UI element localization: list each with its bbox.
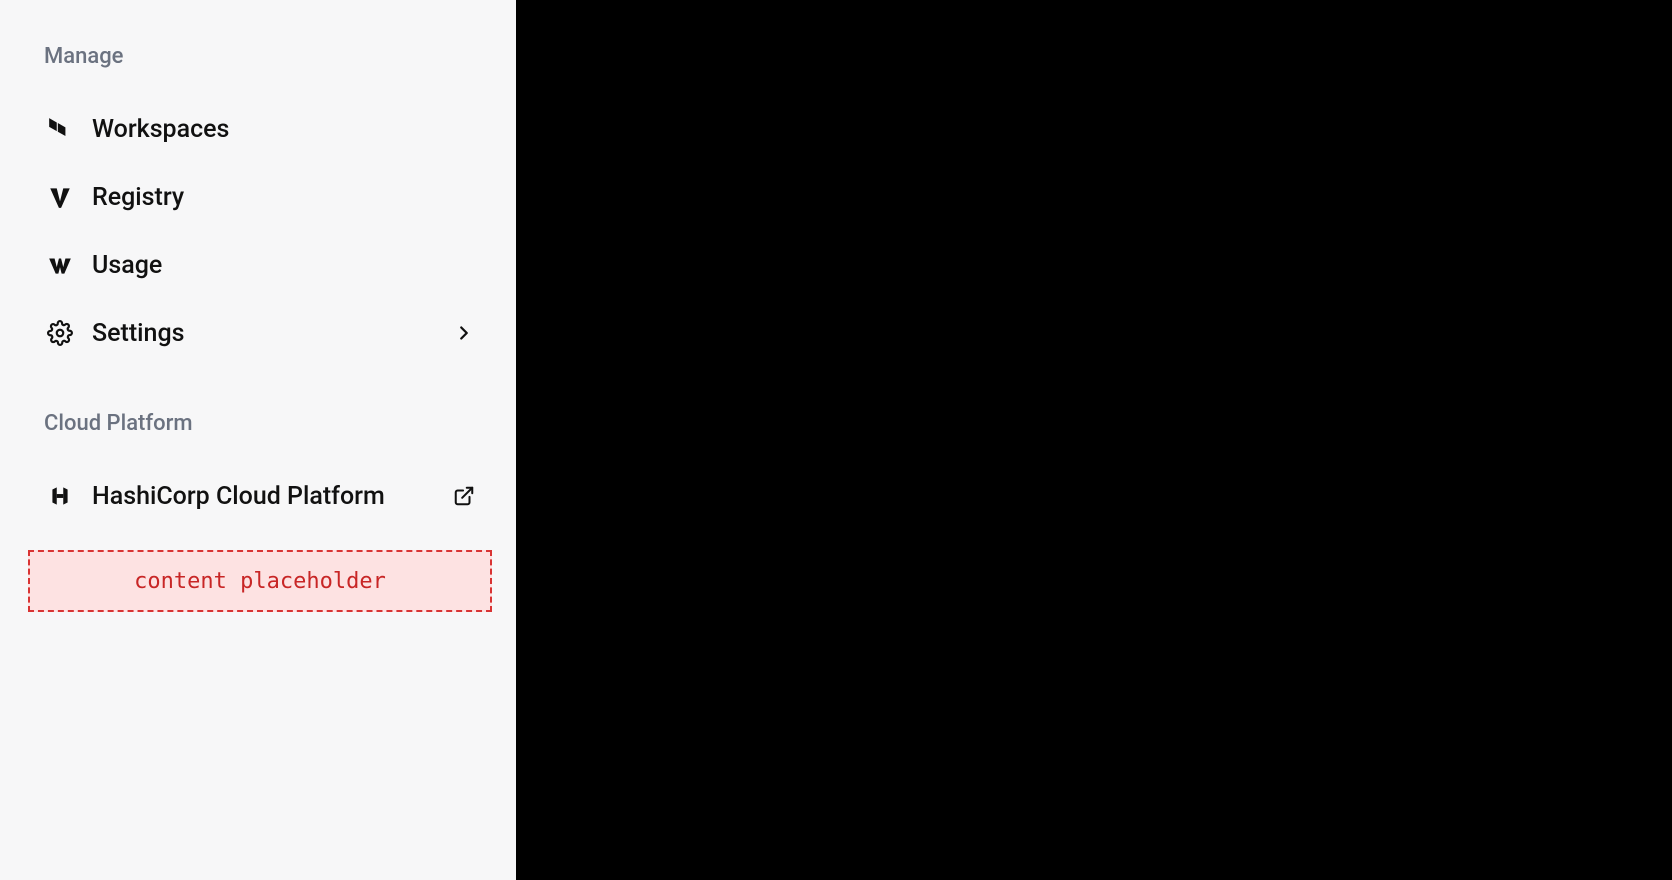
content-placeholder: content placeholder (28, 550, 492, 612)
app-root: Manage (0, 0, 1672, 880)
sidebar-item-label: Settings (92, 319, 434, 348)
sidebar-item-label: HashiCorp Cloud Platform (92, 482, 434, 511)
section-title-manage: Manage (44, 44, 488, 69)
sidebar-item-settings[interactable]: Settings (44, 299, 488, 367)
sidebar-item-label: Registry (92, 183, 486, 212)
content-placeholder-label: content placeholder (134, 569, 386, 594)
sidebar-item-hcp[interactable]: HashiCorp Cloud Platform (44, 462, 488, 530)
section-title-cloud: Cloud Platform (44, 411, 488, 436)
gear-icon (46, 319, 74, 347)
terraform-icon (46, 115, 74, 143)
sidebar-section-manage: Manage (44, 44, 488, 367)
vagrant-icon (46, 183, 74, 211)
chevron-right-icon (452, 321, 476, 345)
waypoint-icon (46, 251, 74, 279)
sidebar-item-workspaces[interactable]: Workspaces (44, 95, 488, 163)
sidebar-item-registry[interactable]: Registry (44, 163, 488, 231)
sidebar-section-cloud: Cloud Platform HashiCorp Cloud Platform (44, 411, 488, 530)
external-link-icon (452, 484, 476, 508)
sidebar-item-label: Usage (92, 251, 486, 280)
sidebar: Manage (0, 0, 516, 880)
main-content (516, 0, 1672, 880)
sidebar-item-label: Workspaces (92, 115, 486, 144)
sidebar-item-usage[interactable]: Usage (44, 231, 488, 299)
hashicorp-icon (46, 482, 74, 510)
